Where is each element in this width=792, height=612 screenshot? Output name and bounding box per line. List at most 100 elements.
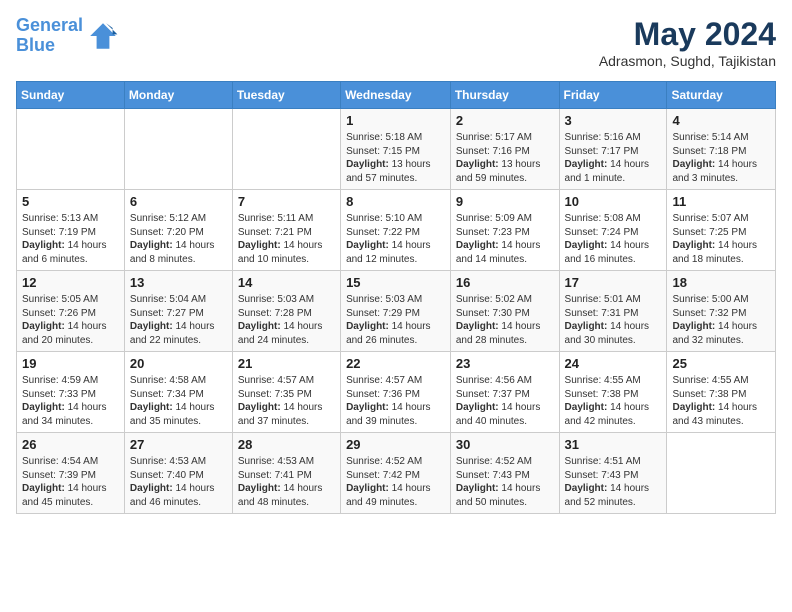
day-info: Sunrise: 5:13 AMSunset: 7:19 PMDaylight:…	[22, 212, 119, 266]
weekday-header: Wednesday	[341, 82, 451, 109]
calendar-week-row: 1Sunrise: 5:18 AMSunset: 7:15 PMDaylight…	[17, 109, 776, 190]
day-info: Sunrise: 5:10 AMSunset: 7:22 PMDaylight:…	[346, 212, 445, 266]
calendar-week-row: 26Sunrise: 4:54 AMSunset: 7:39 PMDayligh…	[17, 433, 776, 514]
day-info: Sunrise: 4:59 AMSunset: 7:33 PMDaylight:…	[22, 374, 119, 428]
daylight-label: Daylight:	[672, 159, 718, 170]
day-number: 8	[346, 194, 445, 209]
daylight-label: Daylight:	[238, 240, 284, 251]
calendar-cell: 29Sunrise: 4:52 AMSunset: 7:42 PMDayligh…	[341, 433, 451, 514]
logo: General Blue	[16, 16, 119, 56]
day-info: Sunrise: 5:18 AMSunset: 7:15 PMDaylight:…	[346, 131, 445, 185]
day-info: Sunrise: 4:56 AMSunset: 7:37 PMDaylight:…	[456, 374, 554, 428]
day-info: Sunrise: 5:05 AMSunset: 7:26 PMDaylight:…	[22, 293, 119, 347]
day-number: 18	[672, 275, 770, 290]
calendar-cell: 28 Sunrise: 4:53 AMSunset: 7:41 PMDayligh…	[232, 433, 340, 514]
day-info: Sunrise: 5:00 AMSunset: 7:32 PMDaylight:…	[672, 293, 770, 347]
daylight-label: Daylight:	[130, 240, 176, 251]
day-info: Sunrise: 4:57 AMSunset: 7:35 PMDaylight:…	[238, 374, 335, 428]
day-info: Sunrise: 5:11 AMSunset: 7:21 PMDaylight:…	[238, 212, 335, 266]
daylight-label: Daylight:	[565, 240, 611, 251]
logo-text: General Blue	[16, 16, 83, 56]
day-number: 6	[130, 194, 227, 209]
day-info: Sunrise: 5:17 AMSunset: 7:16 PMDaylight:…	[456, 131, 554, 185]
daylight-label: Daylight:	[565, 321, 611, 332]
calendar-cell: 4Sunrise: 5:14 AMSunset: 7:18 PMDaylight…	[667, 109, 776, 190]
calendar-cell: 3Sunrise: 5:16 AMSunset: 7:17 PMDaylight…	[559, 109, 667, 190]
calendar-cell: 12Sunrise: 5:05 AMSunset: 7:26 PMDayligh…	[17, 271, 125, 352]
calendar-cell	[232, 109, 340, 190]
daylight-label: Daylight:	[672, 240, 718, 251]
calendar-week-row: 19Sunrise: 4:59 AMSunset: 7:33 PMDayligh…	[17, 352, 776, 433]
day-info: Sunrise: 5:14 AMSunset: 7:18 PMDaylight:…	[672, 131, 770, 185]
calendar-cell	[667, 433, 776, 514]
day-number: 14	[238, 275, 335, 290]
calendar-cell: 16Sunrise: 5:02 AMSunset: 7:30 PMDayligh…	[450, 271, 559, 352]
calendar-cell	[17, 109, 125, 190]
day-info: Sunrise: 4:53 AMSunset: 7:41 PMDaylight:…	[238, 455, 335, 509]
logo-icon	[87, 20, 119, 52]
day-number: 24	[565, 356, 662, 371]
day-number: 25	[672, 356, 770, 371]
day-info: Sunrise: 4:52 AMSunset: 7:42 PMDaylight:…	[346, 455, 445, 509]
day-number: 22	[346, 356, 445, 371]
day-number: 7	[238, 194, 335, 209]
day-info: Sunrise: 4:58 AMSunset: 7:34 PMDaylight:…	[130, 374, 227, 428]
calendar-cell: 25Sunrise: 4:55 AMSunset: 7:38 PMDayligh…	[667, 352, 776, 433]
daylight-label: Daylight:	[130, 402, 176, 413]
month-year: May 2024	[599, 16, 776, 53]
day-number: 27	[130, 437, 227, 452]
day-info: Sunrise: 4:52 AMSunset: 7:43 PMDaylight:…	[456, 455, 554, 509]
calendar-cell: 10Sunrise: 5:08 AMSunset: 7:24 PMDayligh…	[559, 190, 667, 271]
calendar-cell: 31Sunrise: 4:51 AMSunset: 7:43 PMDayligh…	[559, 433, 667, 514]
day-info: Sunrise: 5:09 AMSunset: 7:23 PMDaylight:…	[456, 212, 554, 266]
day-info: Sunrise: 4:55 AMSunset: 7:38 PMDaylight:…	[565, 374, 662, 428]
daylight-label: Daylight:	[22, 483, 68, 494]
day-info: Sunrise: 5:08 AMSunset: 7:24 PMDaylight:…	[565, 212, 662, 266]
day-info: Sunrise: 5:03 AMSunset: 7:29 PMDaylight:…	[346, 293, 445, 347]
calendar-cell: 23Sunrise: 4:56 AMSunset: 7:37 PMDayligh…	[450, 352, 559, 433]
day-number: 11	[672, 194, 770, 209]
calendar-cell: 21Sunrise: 4:57 AMSunset: 7:35 PMDayligh…	[232, 352, 340, 433]
weekday-header: Sunday	[17, 82, 125, 109]
calendar-cell: 18 Sunrise: 5:00 AMSunset: 7:32 PMDayligh…	[667, 271, 776, 352]
day-number: 28	[238, 437, 335, 452]
day-number: 13	[130, 275, 227, 290]
title-block: May 2024 Adrasmon, Sughd, Tajikistan	[599, 16, 776, 69]
calendar-cell: 15Sunrise: 5:03 AMSunset: 7:29 PMDayligh…	[341, 271, 451, 352]
day-number: 9	[456, 194, 554, 209]
day-number: 5	[22, 194, 119, 209]
weekday-header: Tuesday	[232, 82, 340, 109]
location: Adrasmon, Sughd, Tajikistan	[599, 53, 776, 69]
calendar-cell: 22 Sunrise: 4:57 AMSunset: 7:36 PMDayligh…	[341, 352, 451, 433]
daylight-label: Daylight:	[672, 321, 718, 332]
calendar-table: SundayMondayTuesdayWednesdayThursdayFrid…	[16, 81, 776, 514]
calendar-cell: 27 Sunrise: 4:53 AMSunset: 7:40 PMDayligh…	[124, 433, 232, 514]
calendar-week-row: 5 Sunrise: 5:13 AMSunset: 7:19 PMDaylight…	[17, 190, 776, 271]
calendar-cell: 8 Sunrise: 5:10 AMSunset: 7:22 PMDaylight…	[341, 190, 451, 271]
day-info: Sunrise: 4:57 AMSunset: 7:36 PMDaylight:…	[346, 374, 445, 428]
daylight-label: Daylight:	[346, 483, 392, 494]
daylight-label: Daylight:	[565, 402, 611, 413]
daylight-label: Daylight:	[346, 240, 392, 251]
day-number: 31	[565, 437, 662, 452]
calendar-cell: 1Sunrise: 5:18 AMSunset: 7:15 PMDaylight…	[341, 109, 451, 190]
daylight-label: Daylight:	[565, 483, 611, 494]
daylight-label: Daylight:	[456, 159, 502, 170]
calendar-cell	[124, 109, 232, 190]
day-number: 30	[456, 437, 554, 452]
daylight-label: Daylight:	[22, 321, 68, 332]
day-info: Sunrise: 4:53 AMSunset: 7:40 PMDaylight:…	[130, 455, 227, 509]
day-info: Sunrise: 5:07 AMSunset: 7:25 PMDaylight:…	[672, 212, 770, 266]
calendar-cell: 9 Sunrise: 5:09 AMSunset: 7:23 PMDaylight…	[450, 190, 559, 271]
calendar-cell: 14Sunrise: 5:03 AMSunset: 7:28 PMDayligh…	[232, 271, 340, 352]
daylight-label: Daylight:	[22, 402, 68, 413]
calendar-cell: 26Sunrise: 4:54 AMSunset: 7:39 PMDayligh…	[17, 433, 125, 514]
day-number: 20	[130, 356, 227, 371]
calendar-header: SundayMondayTuesdayWednesdayThursdayFrid…	[17, 82, 776, 109]
daylight-label: Daylight:	[346, 321, 392, 332]
daylight-label: Daylight:	[672, 402, 718, 413]
calendar-cell: 19Sunrise: 4:59 AMSunset: 7:33 PMDayligh…	[17, 352, 125, 433]
day-info: Sunrise: 5:16 AMSunset: 7:17 PMDaylight:…	[565, 131, 662, 185]
day-info: Sunrise: 5:04 AMSunset: 7:27 PMDaylight:…	[130, 293, 227, 347]
day-info: Sunrise: 4:54 AMSunset: 7:39 PMDaylight:…	[22, 455, 119, 509]
